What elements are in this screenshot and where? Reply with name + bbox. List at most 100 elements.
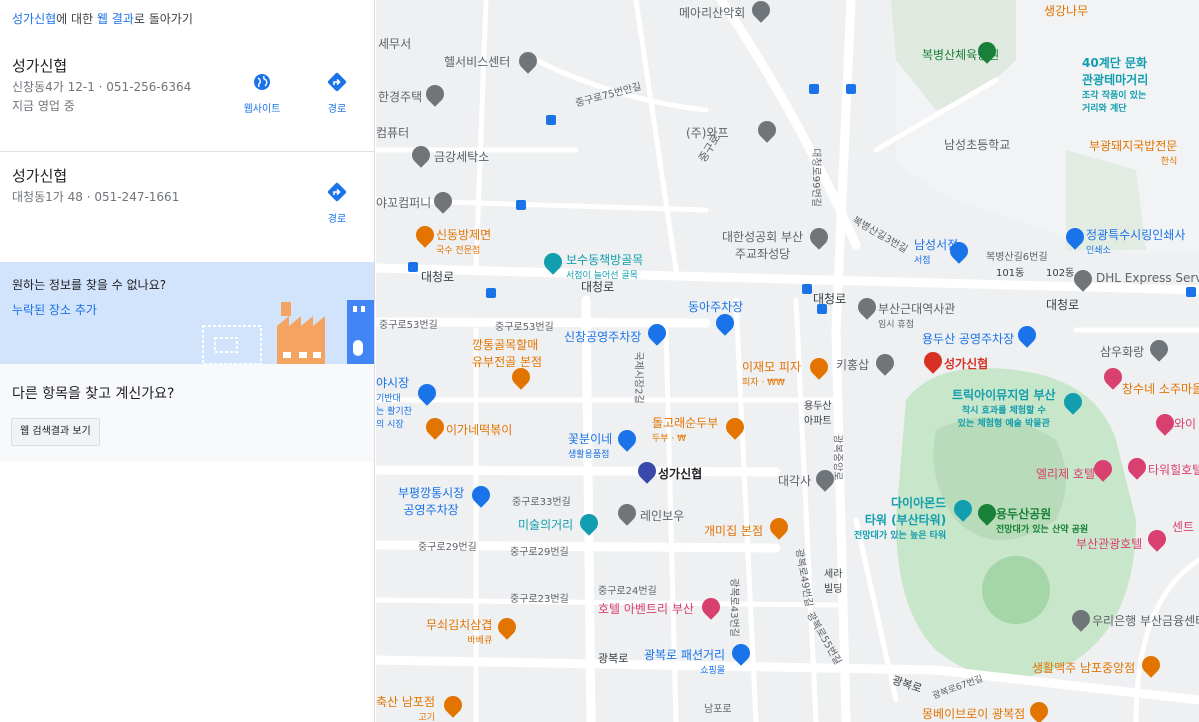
bus-stop-icon[interactable] — [809, 84, 819, 94]
poi-label[interactable]: 창수네 소주마을 — [1122, 380, 1199, 397]
poi-label[interactable]: 정광특수시링인쇄사 인쇄소 — [1086, 226, 1185, 256]
poi-label[interactable]: 부평깡통시장 공영주차장 — [398, 484, 464, 518]
poi-label[interactable]: 성가신협 — [944, 355, 988, 372]
poi-label[interactable]: 센트 — [1172, 518, 1194, 535]
other-question: 다른 항목을 찾고 계신가요? — [12, 386, 175, 402]
poi-label[interactable]: 야시장 기반대 는 활기찬 의 시장 — [376, 374, 412, 430]
bus-stop-icon[interactable] — [1186, 287, 1196, 297]
poi-label[interactable]: 키홍삽 — [836, 356, 869, 373]
poi-label[interactable]: 동아주차장 — [688, 298, 743, 315]
poi-label[interactable]: 우리은행 부산금융센터 — [1092, 612, 1199, 629]
map-view[interactable]: 대청로 대청로 대청로 대청로 중구로 중구로53번길 중구로53번길 중구로3… — [376, 0, 1199, 722]
poi-label[interactable]: 야꼬컴퍼니 — [376, 194, 431, 211]
poi-label[interactable]: 미술의거리 — [518, 516, 573, 533]
poi-label[interactable]: 금강세탁소 — [434, 148, 489, 165]
poi-line1: 다이아몬드 — [891, 496, 947, 510]
poi-line1: 트릭아이뮤지엄 부산 — [952, 388, 1056, 402]
road-label: 광복로43번길 — [727, 578, 739, 637]
result-name[interactable]: 성가신협 — [12, 55, 67, 76]
poi-label[interactable]: DHL Express Servi — [1096, 271, 1199, 285]
poi-label[interactable]: (주)와프 — [686, 124, 728, 141]
poi-label[interactable]: 헬서비스센터 — [444, 53, 510, 70]
bus-stop-icon[interactable] — [817, 304, 827, 314]
bus-stop-icon[interactable] — [516, 200, 526, 210]
poi-label[interactable]: 호텔 아벤트리 부산 — [598, 600, 694, 617]
poi-label[interactable]: 꽃분이네 생활용품점 — [568, 430, 612, 460]
bus-stop-icon[interactable] — [546, 115, 556, 125]
poi-label[interactable]: 세라 빌딩 — [824, 565, 842, 595]
web-search-results-button[interactable]: 웹 검색결과 보기 — [11, 418, 100, 446]
poi-label[interactable]: 개미집 본점 — [704, 522, 763, 539]
poi-label[interactable]: 레인보우 — [640, 507, 684, 524]
poi-sub: 국수 전문점 — [436, 246, 481, 256]
poi-label[interactable]: 부산근대역사관 임시 휴점 — [878, 300, 955, 330]
road-label: 광복중앙로 — [831, 434, 843, 481]
poi-label[interactable]: 102동 — [1046, 264, 1074, 279]
directions-button[interactable]: 경로 — [307, 72, 367, 115]
poi-label[interactable]: 다이아몬드 타워 (부산타워) 전망대가 있는 높은 타워 — [854, 494, 946, 541]
poi-label[interactable]: 복병산체육공원 — [922, 46, 999, 63]
poi-label[interactable]: 생강나무 — [1044, 2, 1088, 19]
poi-label[interactable]: 용두산 아파트 — [804, 397, 832, 427]
poi-label[interactable]: 돌고래순두부 두부 · ₩ — [652, 414, 718, 444]
poi-label[interactable]: 몽베이브로이 광복점 — [922, 705, 1025, 722]
result-item-1[interactable]: 성가신협 신창동4가 12-1 · 051-256-6364 지금 영업 중 웹… — [0, 0, 374, 152]
poi-label[interactable]: 남포로 — [704, 700, 732, 715]
poi-sub: 두부 · ₩ — [652, 434, 687, 444]
poi-label[interactable]: 용두산 공영주차장 — [922, 330, 1014, 347]
poi-line1: 보수동책방골목 — [566, 253, 644, 267]
poi-label[interactable]: 이재모 피자 피자 · ₩₩ — [742, 358, 801, 388]
bus-stop-icon[interactable] — [486, 288, 496, 298]
poi-label[interactable]: 삼우화랑 — [1100, 343, 1144, 360]
missing-question: 원하는 정보를 찾을 수 없나요? — [12, 278, 167, 292]
missing-info-box: 원하는 정보를 찾을 수 없나요? 누락된 장소 추가 — [0, 262, 374, 364]
poi-label[interactable]: 한경주택 — [378, 88, 422, 105]
website-button[interactable]: 웹사이트 — [232, 72, 292, 115]
poi-sub: 인쇄소 — [1086, 246, 1111, 256]
poi-label[interactable]: 와이 — [1174, 415, 1196, 432]
poi-label[interactable]: 101동 — [996, 264, 1024, 279]
directions-button[interactable]: 경로 — [307, 182, 367, 225]
poi-label[interactable]: 부산관광호텔 — [1076, 535, 1142, 552]
poi-label[interactable]: 이가네떡볶이 — [446, 421, 512, 438]
road-label: 대청로99번길 — [809, 148, 821, 207]
bus-stop-icon[interactable] — [802, 284, 812, 294]
poi-label[interactable]: 엘리제 호텔 — [1036, 465, 1095, 482]
poi-label[interactable]: 대각사 — [778, 472, 811, 489]
result-name[interactable]: 성가신협 — [12, 165, 67, 186]
poi-label[interactable]: 생활맥주 남포중앙점 — [1032, 659, 1135, 676]
poi-sub: 조각 작품이 있는 — [1082, 91, 1147, 101]
bus-stop-icon[interactable] — [408, 262, 418, 272]
road-label: 중구로53번길 — [379, 320, 438, 331]
poi-label[interactable]: 무쇠김치삼겹 바베큐 — [426, 616, 492, 646]
result-item-2[interactable]: 성가신협 대청동1가 48 · 051-247-1661 경로 — [0, 152, 374, 262]
poi-label[interactable]: 컴퓨터 — [376, 124, 409, 141]
road-label: 중구로33번길 — [512, 497, 571, 508]
poi-label[interactable]: 깡통골목할매 유부전골 본점 — [472, 336, 542, 370]
road-label: 국제시장2길 — [632, 351, 644, 404]
globe-icon — [254, 74, 270, 90]
bus-stop-icon[interactable] — [846, 84, 856, 94]
poi-label[interactable]: 용두산공원 전망대가 있는 산약 공원 — [996, 505, 1088, 535]
road-label: 대청로 — [1046, 298, 1080, 312]
poi-label[interactable]: 성가신협 — [658, 465, 702, 482]
poi-label[interactable]: 타워힐호텔 — [1148, 461, 1199, 478]
poi-label[interactable]: 남성서점 서점 — [914, 236, 958, 266]
poi-label[interactable]: 40계단 문화 관광테마거리 조각 작품이 있는 거리와 계단 — [1082, 54, 1148, 114]
poi-label[interactable]: 트릭아이뮤지엄 부산 착시 효과를 체험할 수 있는 체험형 예술 박물관 — [952, 386, 1056, 429]
poi-label[interactable]: 부광돼지국밥전문 한식 — [1089, 137, 1177, 167]
poi-label[interactable]: 대한성공회 부산 주교좌성당 — [722, 228, 803, 262]
poi-label[interactable]: 신동방제면국수 전문점 — [436, 226, 491, 256]
poi-line1: 신동방제면 — [436, 228, 492, 242]
poi-label[interactable]: 남성초등학교 — [944, 136, 1010, 153]
poi-label[interactable]: 메아리산악회 — [679, 4, 745, 21]
poi-line1: 광복로 패션거리 — [644, 648, 726, 662]
poi-label[interactable]: 축산 남포점 고기 — [376, 693, 435, 722]
directions-icon — [327, 182, 347, 202]
poi-label[interactable]: 보수동책방골목 서점이 늘어선 골목 — [566, 251, 643, 281]
add-missing-place-link[interactable]: 누락된 장소 추가 — [12, 301, 97, 318]
poi-label[interactable]: 세무서 — [378, 35, 411, 52]
poi-label[interactable]: 신창공영주차장 — [564, 328, 641, 345]
poi-sub: 기반대 — [376, 394, 401, 404]
poi-label[interactable]: 광복로 패션거리 쇼핑몰 — [644, 646, 725, 676]
